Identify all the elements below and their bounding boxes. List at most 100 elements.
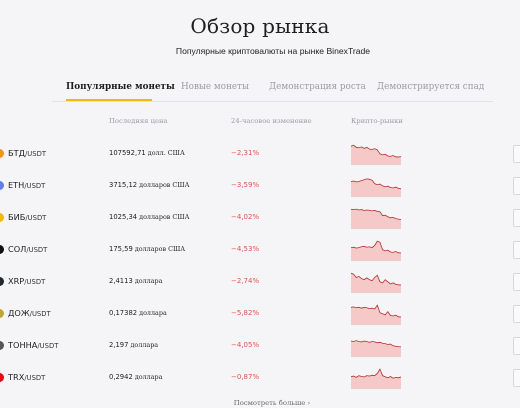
page-title: Обзор рынка: [190, 14, 330, 38]
sparkline-area: [351, 209, 401, 229]
market-tabs: Популярные монеты Новые монеты Демонстра…: [52, 80, 493, 102]
change-24h: −0,87%: [231, 373, 260, 381]
table-row[interactable]: ETH/USDT 3715,12 долларов США −3,59%: [0, 174, 520, 206]
table-row[interactable]: БИБ/USDT 1025,34 долларов США −4,02%: [0, 206, 520, 238]
trade-button[interactable]: [513, 145, 520, 163]
bitcoin-icon: [0, 149, 4, 158]
tron-icon: [0, 373, 4, 382]
coin-symbol: ТОННА: [8, 340, 38, 350]
coin-symbol: СОЛ: [8, 244, 27, 254]
coin-symbol: БИБ: [8, 212, 26, 222]
table-row[interactable]: СОЛ/USDT 175,59 долларов США −4,53%: [0, 238, 520, 270]
change-24h: −2,31%: [231, 149, 260, 157]
trade-button[interactable]: [513, 273, 520, 291]
trade-button[interactable]: [513, 337, 520, 355]
coin-pair[interactable]: СОЛ/USDT: [8, 244, 47, 254]
quote-currency: /USDT: [24, 182, 46, 190]
last-price: 2,197 доллара: [109, 341, 158, 349]
last-price: 107592,71 долл. США: [109, 149, 185, 157]
sparkline-area: [351, 340, 401, 357]
sparkline-area: [351, 369, 401, 389]
trade-button[interactable]: [513, 177, 520, 195]
price-value: 0,17382: [109, 309, 138, 317]
coin-pair[interactable]: XRP/USDT: [8, 276, 45, 286]
last-price: 0,2942 доллара: [109, 373, 162, 381]
price-sparkline: [351, 304, 401, 325]
bnb-icon: [0, 213, 4, 222]
price-value: 175,59: [109, 245, 133, 253]
coin-pair[interactable]: TRX/USDT: [8, 372, 45, 382]
ethereum-icon: [0, 181, 4, 190]
coin-pair[interactable]: БТД/USDT: [8, 148, 46, 158]
change-24h: −4,53%: [231, 245, 260, 253]
quote-currency: /USDT: [29, 310, 51, 318]
table-row[interactable]: БТД/USDT 107592,71 долл. США −2,31%: [0, 142, 520, 174]
column-header-price: Последняя цена: [109, 117, 168, 125]
price-sparkline: [351, 272, 401, 293]
toncoin-icon: [0, 341, 4, 350]
price-unit: доллара: [137, 309, 167, 317]
price-value: 107592,71: [109, 149, 146, 157]
price-unit: доллара: [132, 277, 163, 285]
coin-symbol: ДОЖ: [8, 308, 30, 318]
price-value: 0,2942: [109, 373, 133, 381]
coin-pair[interactable]: ETH/USDT: [8, 180, 45, 190]
price-sparkline: [351, 240, 401, 261]
price-sparkline: [351, 208, 401, 229]
sparkline-area: [351, 241, 401, 261]
last-price: 2,4113 доллара: [109, 277, 162, 285]
trade-button[interactable]: [513, 209, 520, 227]
sparkline-area: [351, 305, 401, 325]
coin-symbol: TRX: [8, 372, 25, 382]
table-row[interactable]: ДОЖ/USDT 0,17382 доллара −5,82%: [0, 302, 520, 334]
column-header-change: 24-часовое изменение: [231, 117, 312, 125]
change-24h: −5,82%: [231, 309, 260, 317]
price-sparkline: [351, 368, 401, 389]
change-24h: −3,59%: [231, 181, 260, 189]
solana-icon: [0, 245, 4, 254]
table-row[interactable]: TRX/USDT 0,2942 доллара −0,87%: [0, 366, 520, 398]
price-value: 2,197: [109, 341, 129, 349]
price-unit: долл. США: [145, 149, 185, 157]
trade-button[interactable]: [513, 369, 520, 387]
coin-pair[interactable]: ТОННА/USDT: [8, 340, 58, 350]
price-value: 2,4113: [109, 277, 133, 285]
price-value: 3715,12: [109, 181, 138, 189]
coin-symbol: БТД: [8, 148, 26, 158]
last-price: 175,59 долларов США: [109, 245, 185, 253]
tab-top-gainers[interactable]: Демонстрация роста: [269, 82, 366, 92]
quote-currency: /USDT: [37, 342, 59, 350]
coin-pair[interactable]: ДОЖ/USDT: [8, 308, 51, 318]
view-more-link[interactable]: Посмотреть больше ›: [0, 399, 520, 407]
column-header-chart: Крипто-рынки: [351, 117, 403, 125]
price-value: 1025,34: [109, 213, 138, 221]
last-price: 3715,12 долларов США: [109, 181, 189, 189]
change-24h: −4,02%: [231, 213, 260, 221]
quote-currency: /USDT: [26, 246, 48, 254]
price-unit: долларов США: [132, 245, 186, 253]
last-price: 1025,34 долларов США: [109, 213, 189, 221]
dogecoin-icon: [0, 309, 4, 318]
tab-popular-coins[interactable]: Популярные монеты: [66, 82, 175, 92]
change-24h: −4,05%: [231, 341, 260, 349]
coin-symbol: XRP: [8, 276, 25, 286]
table-row[interactable]: XRP/USDT 2,4113 доллара −2,74%: [0, 270, 520, 302]
price-unit: доллара: [132, 373, 163, 381]
price-sparkline: [351, 340, 401, 357]
trade-button[interactable]: [513, 305, 520, 323]
table-row[interactable]: ТОННА/USDT 2,197 доллара −4,05%: [0, 334, 520, 366]
xrp-icon: [0, 277, 4, 286]
active-tab-indicator: [66, 99, 152, 101]
quote-currency: /USDT: [25, 150, 46, 158]
quote-currency: /USDT: [24, 278, 46, 286]
sparkline-area: [351, 145, 401, 165]
coin-pair[interactable]: БИБ/USDT: [8, 212, 46, 222]
page-subtitle: Популярные криптовалюты на рынке BinexTr…: [175, 46, 371, 56]
price-unit: долларов США: [137, 213, 190, 221]
tab-new-coins[interactable]: Новые монеты: [181, 82, 249, 92]
price-unit: доллара: [128, 341, 159, 349]
tab-top-losers[interactable]: Демонстрируется спад: [377, 82, 484, 92]
price-sparkline: [351, 144, 401, 165]
last-price: 0,17382 доллара: [109, 309, 167, 317]
trade-button[interactable]: [513, 241, 520, 259]
